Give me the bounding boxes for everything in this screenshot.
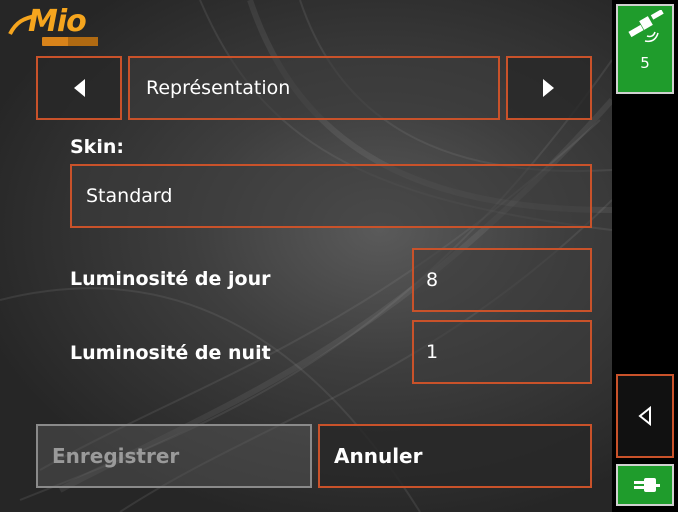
night-brightness-value: 1 [426, 341, 439, 363]
mio-logo: Mio [8, 6, 118, 46]
prev-page-button[interactable] [36, 56, 122, 120]
triangle-left-icon [74, 79, 85, 97]
save-button-label: Enregistrer [52, 444, 180, 468]
triangle-left-outline-icon [638, 406, 651, 426]
cancel-button[interactable]: Annuler [318, 424, 592, 488]
save-button[interactable]: Enregistrer [36, 424, 312, 488]
day-brightness-label: Luminosité de jour [70, 268, 271, 290]
cancel-button-label: Annuler [334, 444, 423, 468]
gps-status-button[interactable]: 5 [616, 4, 674, 94]
main-panel: Mio Représentation Skin: Standard Lumino… [0, 0, 612, 512]
page-title: Représentation [146, 77, 291, 99]
day-brightness-field[interactable]: 8 [412, 248, 592, 312]
back-button[interactable] [616, 374, 674, 458]
night-brightness-field[interactable]: 1 [412, 320, 592, 384]
day-brightness-value: 8 [426, 269, 439, 291]
plug-icon [634, 478, 660, 492]
triangle-right-icon [543, 79, 554, 97]
skin-label: Skin: [70, 136, 124, 158]
skin-value: Standard [86, 185, 173, 207]
power-status-button[interactable] [616, 464, 674, 506]
page-title-box: Représentation [128, 56, 500, 120]
logo-tagline-bar [42, 37, 98, 46]
satellite-icon [628, 10, 664, 43]
next-page-button[interactable] [506, 56, 592, 120]
satellite-count: 5 [640, 54, 650, 72]
logo-text: Mio [28, 4, 87, 39]
skin-select[interactable]: Standard [70, 164, 592, 228]
night-brightness-label: Luminosité de nuit [70, 342, 271, 364]
